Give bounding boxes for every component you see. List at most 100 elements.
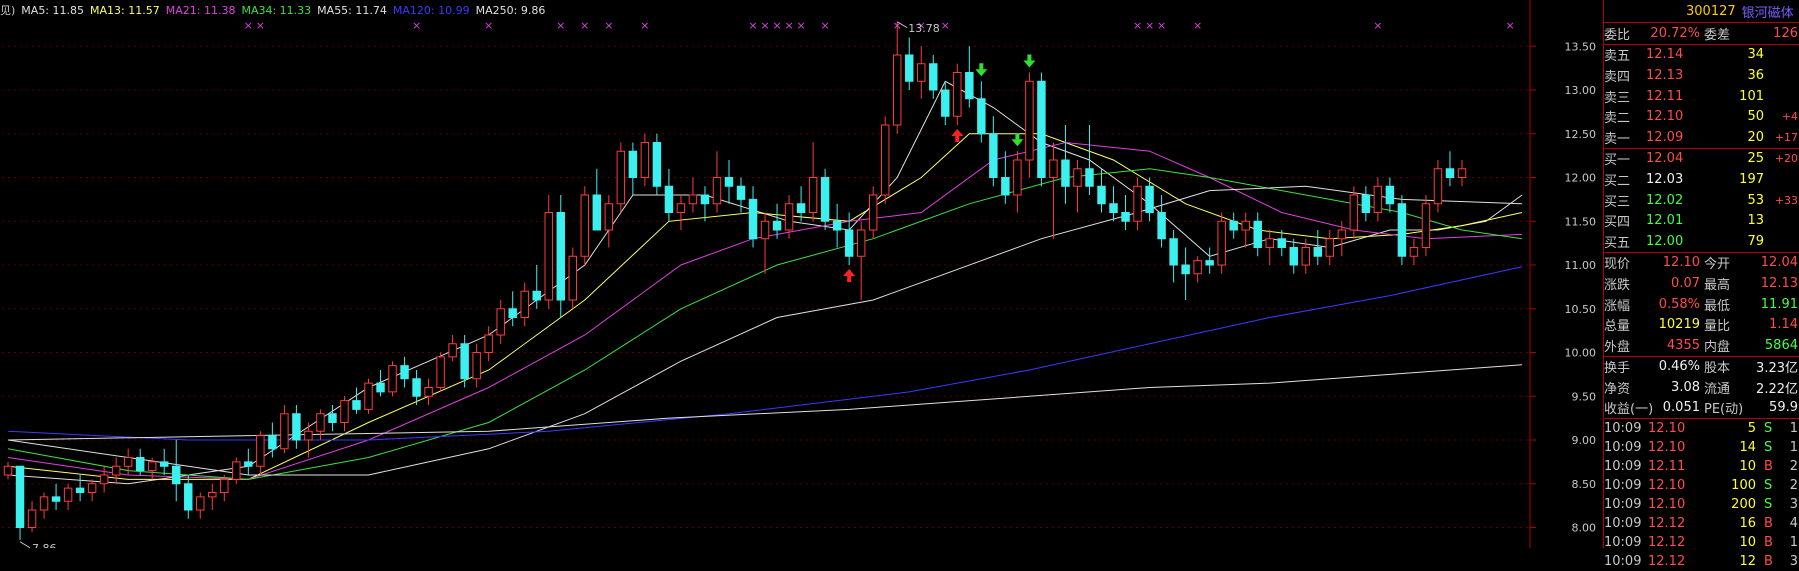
ma-legend-item: MA34: 11.33	[241, 4, 312, 17]
fundamental-row: 收益(一) 0.051 PE(动) 59.9	[1604, 398, 1799, 419]
tick-time: 10:09	[1604, 516, 1642, 532]
candle-body	[1301, 247, 1311, 266]
candle-body	[352, 400, 361, 410]
ask-row[interactable]: 卖五 12.14 34	[1604, 45, 1799, 66]
commission-ratio-row: 委比 20.72% 委差 126	[1604, 22, 1799, 44]
candle-body	[1073, 168, 1082, 187]
signal-x-mark: ×	[604, 19, 613, 32]
candle-body	[1349, 194, 1359, 231]
quote-value: 1.14	[1769, 317, 1798, 333]
fundamental-label: 换手	[1604, 361, 1631, 377]
quote-label: 内盘	[1704, 339, 1731, 355]
tick-row[interactable]: 10:09 12.12 10 B 1	[1604, 533, 1799, 552]
fundamental-label: 收益(一)	[1604, 402, 1654, 418]
commission-ratio-label: 委比	[1604, 27, 1631, 43]
fundamental-row: 换手 0.46% 股本 3.23亿	[1604, 357, 1799, 378]
quote-value: 10219	[1658, 317, 1700, 333]
tick-price: 12.12	[1648, 554, 1686, 570]
tick-row[interactable]: 10:09 12.10 200 S 3	[1604, 495, 1799, 514]
candle-body	[941, 89, 950, 117]
y-tick-label: 8.00	[1572, 522, 1597, 535]
candle-body	[1373, 185, 1383, 213]
bid-label: 买三	[1604, 194, 1631, 210]
ma-line-ma120	[7, 266, 1523, 441]
candle-body	[532, 290, 541, 301]
tick-row[interactable]: 10:09 12.10 100 S 2	[1604, 476, 1799, 495]
candle-body	[1133, 185, 1142, 222]
quote-panel: 300127 银河磁体 委比 20.72% 委差 126 卖五 12.14 34 卖四…	[1603, 0, 1799, 569]
bid-row[interactable]: 买四 12.01 13	[1604, 210, 1799, 231]
candle-body	[460, 343, 469, 380]
quote-label: 总量	[1604, 319, 1631, 335]
candle-body	[808, 177, 818, 213]
bid-row[interactable]: 买三 12.02 53 +33	[1604, 190, 1799, 211]
candle-body	[27, 509, 37, 528]
bid-price: 12.03	[1646, 171, 1684, 187]
fundamental-label: 净资	[1604, 381, 1631, 397]
candle-body	[232, 461, 241, 480]
bid-row[interactable]: 买二 12.03 197	[1604, 169, 1799, 190]
candle-body	[388, 365, 397, 393]
ask-row[interactable]: 卖二 12.10 50 +4	[1604, 106, 1799, 127]
tick-row[interactable]: 10:09 12.10 14 S 1	[1604, 438, 1799, 457]
ask-label: 卖三	[1604, 90, 1631, 106]
commission-diff-value: 126	[1773, 25, 1798, 41]
candle-body	[292, 413, 301, 441]
candle-body	[1037, 80, 1046, 178]
bid-volume: 197	[1739, 171, 1764, 187]
kline-svg[interactable]: 13.50 13.00 12.50 12.00 11.50 11.00 10.50 10.00…	[0, 0, 1602, 548]
tick-volume: 100	[1731, 478, 1756, 494]
quote-row: 涨跌 0.07 最高 12.13	[1604, 273, 1799, 294]
signal-x-mark: ×	[1193, 19, 1202, 32]
high-annotation: 13.78	[908, 22, 940, 35]
candle-body	[616, 150, 626, 205]
tick-row[interactable]: 10:09 12.12 12 B 3	[1604, 552, 1799, 571]
candle-body	[1325, 238, 1335, 257]
candle-body	[436, 356, 445, 388]
candle-body	[15, 465, 25, 528]
kline-chart[interactable]: 13.50 13.00 12.50 12.00 11.50 11.00 10.50 10.00…	[0, 0, 1602, 548]
y-tick-label: 9.50	[1572, 390, 1597, 403]
candle-body	[111, 465, 121, 476]
signal-x-mark: ×	[256, 19, 265, 32]
quote-label: 量比	[1704, 319, 1731, 335]
candle-body	[748, 198, 758, 240]
ask-row[interactable]: 卖一 12.09 20 +17	[1604, 127, 1799, 148]
buy-arrow-icon	[951, 129, 964, 142]
ask-row[interactable]: 卖四 12.13 36	[1604, 65, 1799, 86]
signal-x-mark: ×	[244, 19, 253, 32]
ma-line-ma5	[7, 80, 1523, 485]
fundamental-value: 2.22亿	[1756, 381, 1798, 397]
signal-x-mark: ×	[640, 19, 649, 32]
tick-row[interactable]: 10:09 12.12 16 B 4	[1604, 514, 1799, 533]
candle-body	[1205, 260, 1214, 266]
bid-volume: 79	[1747, 233, 1764, 249]
bid-row[interactable]: 买一 12.04 25 +20	[1604, 149, 1799, 170]
tick-count: 1	[1789, 421, 1798, 437]
tick-list[interactable]: 10:09 12.10 5 S 1 10:09 12.10 14 S 1 10:09 12.11 10 B…	[1604, 418, 1799, 571]
signal-x-mark: ×	[1373, 19, 1382, 32]
ask-label: 卖四	[1604, 69, 1631, 85]
bid-change: +33	[1774, 193, 1798, 207]
candle-body	[700, 194, 710, 205]
bid-row[interactable]: 买五 12.00 79	[1604, 231, 1799, 252]
ask-row[interactable]: 卖三 12.11 101	[1604, 86, 1799, 107]
candle-body	[364, 382, 373, 410]
candle-body	[628, 150, 638, 178]
y-tick-label: 13.50	[1565, 40, 1597, 53]
stock-name[interactable]: 银河磁体	[1742, 2, 1794, 21]
candle-body	[604, 203, 614, 231]
tick-row[interactable]: 10:09 12.11 10 B 2	[1604, 457, 1799, 476]
candle-body	[712, 177, 722, 205]
buy-arrow-icon	[843, 269, 856, 282]
candle-body	[172, 465, 181, 485]
tick-volume: 12	[1739, 554, 1756, 570]
ma-legend-item: MA55: 11.74	[317, 4, 387, 17]
candle-body	[1385, 185, 1395, 205]
tick-side: S	[1764, 497, 1773, 513]
tick-row[interactable]: 10:09 12.10 5 S 1	[1604, 419, 1799, 438]
ma-legend-item: MA13: 11.57	[90, 4, 160, 17]
ask-change: +4	[1781, 110, 1798, 124]
quote-value: 0.58%	[1658, 296, 1700, 312]
candle-body	[520, 290, 529, 318]
